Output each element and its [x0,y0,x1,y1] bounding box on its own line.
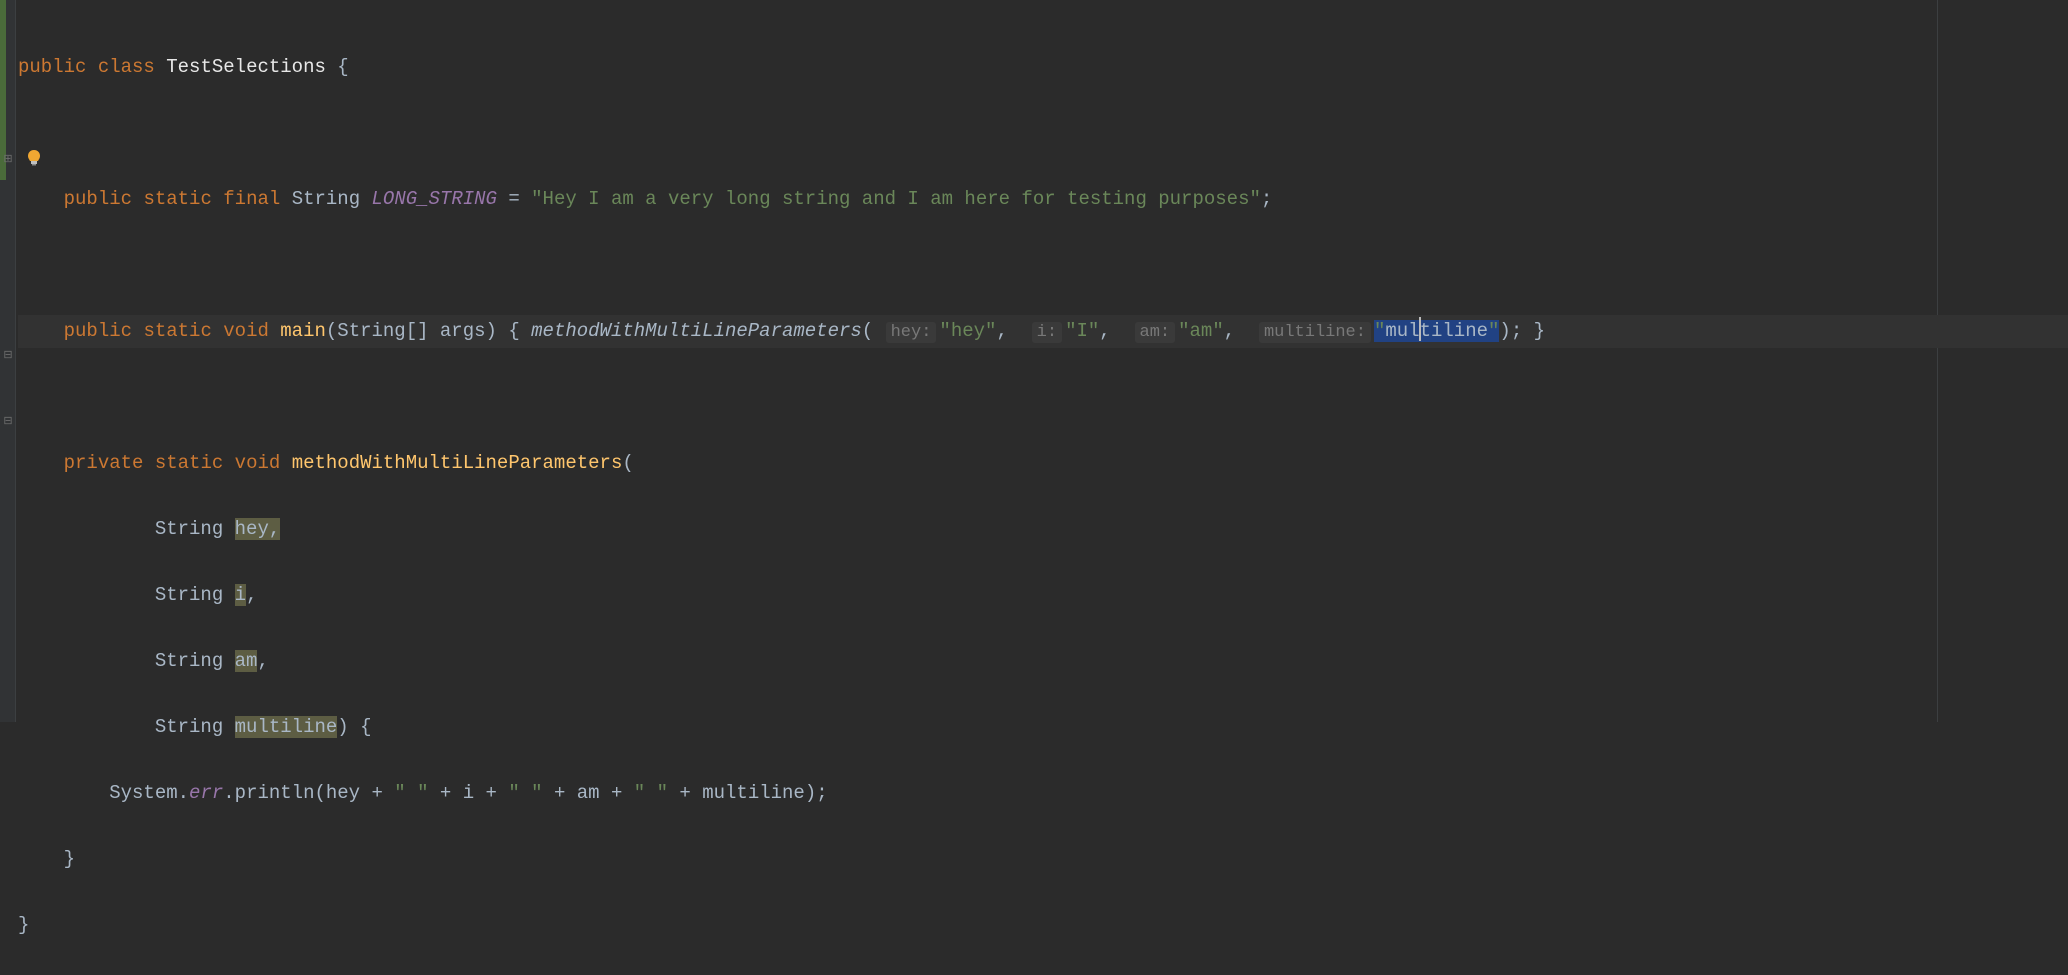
param-hint-i: i: [1032,322,1062,343]
param-am: am [235,650,258,672]
code-line[interactable]: String i, [18,579,2068,612]
expand-fold-icon[interactable]: ⊞ [2,152,14,164]
code-editor[interactable]: public class TestSelections { public sta… [18,18,2068,975]
code-line[interactable]: String hey, [18,513,2068,546]
keyword-class: class [98,56,155,78]
code-line[interactable]: String am, [18,645,2068,678]
code-line-empty[interactable] [18,249,2068,282]
param-i: i [235,584,246,606]
keyword-static: static [143,188,211,210]
param-hint-multiline: multiline: [1259,322,1371,343]
method-main: main [280,320,326,342]
collapse-fold-icon[interactable]: ⊟ [2,414,14,426]
code-line[interactable]: String multiline) { [18,711,2068,744]
lightbulb-icon[interactable] [24,148,44,168]
brace: { [326,56,349,78]
type-string: String [292,188,360,210]
string-literal: "Hey I am a very long string and I am he… [531,188,1261,210]
code-line[interactable]: } [18,843,2068,876]
code-line[interactable]: System.err.println(hey + " " + i + " " +… [18,777,2068,810]
code-line-empty[interactable] [18,381,2068,414]
code-line[interactable]: } [18,909,2068,942]
param-hint-hey: hey: [886,322,937,343]
text-selection: tiline" [1420,320,1500,342]
keyword-static: static [155,452,223,474]
editor-gutter: ⊞ ⊟ ⊟ [0,0,16,722]
method-call: methodWithMultiLineParameters [531,320,862,342]
code-line-current[interactable]: public static void main(String[] args) {… [18,315,2068,348]
text-selection: "mul [1374,320,1420,342]
keyword-void: void [223,320,269,342]
main-params: (String[] args) [326,320,497,342]
brace-close: } [64,848,75,870]
param-hey: hey [235,518,269,540]
keyword-final: final [223,188,280,210]
brace-close: } [18,914,29,936]
keyword-void: void [235,452,281,474]
param-hint-am: am: [1135,322,1176,343]
keyword-public: public [64,320,132,342]
text-caret [1419,317,1421,341]
class-name: TestSelections [166,56,326,78]
code-line[interactable]: public static final String LONG_STRING =… [18,183,2068,216]
field-err: err [189,782,223,804]
collapse-fold-icon[interactable]: ⊟ [2,348,14,360]
keyword-static: static [143,320,211,342]
code-line[interactable]: public class TestSelections { [18,51,2068,84]
constant-name: LONG_STRING [372,188,497,210]
keyword-private: private [64,452,144,474]
code-line-empty[interactable] [18,117,2068,150]
param-multiline: multiline [235,716,338,738]
keyword-public: public [64,188,132,210]
method-decl: methodWithMultiLineParameters [292,452,623,474]
code-line[interactable]: private static void methodWithMultiLineP… [18,447,2068,480]
keyword-public: public [18,56,86,78]
